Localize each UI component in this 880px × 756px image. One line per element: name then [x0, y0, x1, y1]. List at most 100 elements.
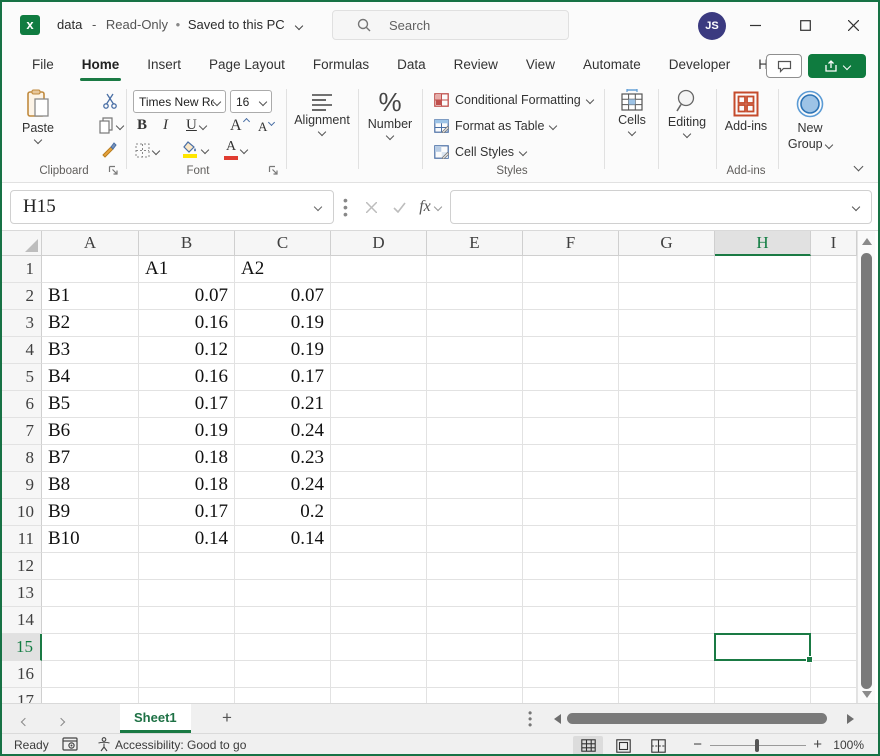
col-header-D[interactable]: D	[331, 231, 427, 256]
cell-I8[interactable]	[811, 445, 857, 472]
row-header-2[interactable]: 2	[2, 283, 42, 310]
cell-E1[interactable]	[427, 256, 523, 283]
cell-E8[interactable]	[427, 445, 523, 472]
cell-H8[interactable]	[715, 445, 811, 472]
document-title[interactable]: data - Read-Only • Saved to this PC	[57, 17, 302, 32]
add-sheet-button[interactable]: +	[222, 708, 232, 728]
close-button[interactable]	[836, 10, 870, 40]
cell-F2[interactable]	[523, 283, 619, 310]
cell-B2[interactable]: 0.07	[139, 283, 235, 310]
tab-data[interactable]: Data	[383, 50, 440, 79]
tab-home[interactable]: Home	[68, 50, 134, 79]
col-header-E[interactable]: E	[427, 231, 523, 256]
cell-G14[interactable]	[619, 607, 715, 634]
cell-I9[interactable]	[811, 472, 857, 499]
cell-F12[interactable]	[523, 553, 619, 580]
cell-G1[interactable]	[619, 256, 715, 283]
cell-F1[interactable]	[523, 256, 619, 283]
font-size-combo[interactable]: 16	[230, 90, 272, 113]
cell-B9[interactable]: 0.18	[139, 472, 235, 499]
col-header-F[interactable]: F	[523, 231, 619, 256]
format-as-table-button[interactable]: Format as Table	[434, 119, 556, 133]
cell-G12[interactable]	[619, 553, 715, 580]
minimize-button[interactable]	[738, 10, 772, 40]
formula-bar-drag-handle[interactable]: •••	[343, 197, 348, 218]
cell-B7[interactable]: 0.19	[139, 418, 235, 445]
row-header-6[interactable]: 6	[2, 391, 42, 418]
cell-D1[interactable]	[331, 256, 427, 283]
cell-E10[interactable]	[427, 499, 523, 526]
cell-D17[interactable]	[331, 688, 427, 703]
grow-font-button[interactable]: A	[230, 117, 249, 135]
row-header-13[interactable]: 13	[2, 580, 42, 607]
tab-file[interactable]: File	[18, 50, 68, 79]
tab-automate[interactable]: Automate	[569, 50, 655, 79]
cell-G2[interactable]	[619, 283, 715, 310]
cell-D8[interactable]	[331, 445, 427, 472]
tab-scroll-drag-handle[interactable]: •••	[528, 710, 532, 728]
cell-F8[interactable]	[523, 445, 619, 472]
font-name-combo[interactable]: Times New Ror	[133, 90, 226, 113]
cell-E4[interactable]	[427, 337, 523, 364]
cell-H9[interactable]	[715, 472, 811, 499]
confirm-entry-button[interactable]	[386, 195, 412, 219]
copy-button[interactable]	[99, 117, 123, 134]
bold-button[interactable]: B	[137, 117, 147, 134]
cell-G6[interactable]	[619, 391, 715, 418]
cell-B4[interactable]: 0.12	[139, 337, 235, 364]
cell-D14[interactable]	[331, 607, 427, 634]
cell-A15[interactable]	[42, 634, 139, 661]
cell-A6[interactable]: B5	[42, 391, 139, 418]
col-header-A[interactable]: A	[42, 231, 139, 256]
cell-E12[interactable]	[427, 553, 523, 580]
cell-H16[interactable]	[715, 661, 811, 688]
cell-F7[interactable]	[523, 418, 619, 445]
format-painter-button[interactable]	[101, 141, 118, 158]
sheet-tab-sheet1[interactable]: Sheet1	[120, 704, 191, 733]
cell-A16[interactable]	[42, 661, 139, 688]
number-button[interactable]: % Number	[362, 89, 418, 139]
col-header-C[interactable]: C	[235, 231, 331, 256]
scroll-up-icon[interactable]	[862, 238, 872, 245]
cell-A1[interactable]	[42, 256, 139, 283]
alignment-button[interactable]: Alignment	[290, 93, 354, 135]
cell-A14[interactable]	[42, 607, 139, 634]
cell-C16[interactable]	[235, 661, 331, 688]
cell-C15[interactable]	[235, 634, 331, 661]
cell-D6[interactable]	[331, 391, 427, 418]
cell-H3[interactable]	[715, 310, 811, 337]
cell-F4[interactable]	[523, 337, 619, 364]
cell-H10[interactable]	[715, 499, 811, 526]
cell-D12[interactable]	[331, 553, 427, 580]
tab-page-layout[interactable]: Page Layout	[195, 50, 299, 79]
vertical-scroll-thumb[interactable]	[861, 253, 872, 689]
cell-I15[interactable]	[811, 634, 857, 661]
share-button[interactable]	[808, 54, 866, 78]
cell-C13[interactable]	[235, 580, 331, 607]
cell-G10[interactable]	[619, 499, 715, 526]
cell-F3[interactable]	[523, 310, 619, 337]
underline-button[interactable]: U	[186, 117, 206, 134]
cell-G5[interactable]	[619, 364, 715, 391]
cell-H11[interactable]	[715, 526, 811, 553]
row-header-15[interactable]: 15	[2, 634, 42, 661]
cell-C7[interactable]: 0.24	[235, 418, 331, 445]
cell-G7[interactable]	[619, 418, 715, 445]
cell-D7[interactable]	[331, 418, 427, 445]
cell-I10[interactable]	[811, 499, 857, 526]
cell-C17[interactable]	[235, 688, 331, 703]
cell-E13[interactable]	[427, 580, 523, 607]
cell-C2[interactable]: 0.07	[235, 283, 331, 310]
saved-status[interactable]: Saved to this PC	[188, 17, 285, 32]
cancel-entry-button[interactable]	[358, 195, 384, 219]
cell-I4[interactable]	[811, 337, 857, 364]
zoom-slider-thumb[interactable]	[755, 739, 759, 752]
cell-H2[interactable]	[715, 283, 811, 310]
row-header-10[interactable]: 10	[2, 499, 42, 526]
cell-B14[interactable]	[139, 607, 235, 634]
row-header-5[interactable]: 5	[2, 364, 42, 391]
cell-E2[interactable]	[427, 283, 523, 310]
cell-E15[interactable]	[427, 634, 523, 661]
cell-D16[interactable]	[331, 661, 427, 688]
fill-color-button[interactable]	[183, 141, 208, 158]
